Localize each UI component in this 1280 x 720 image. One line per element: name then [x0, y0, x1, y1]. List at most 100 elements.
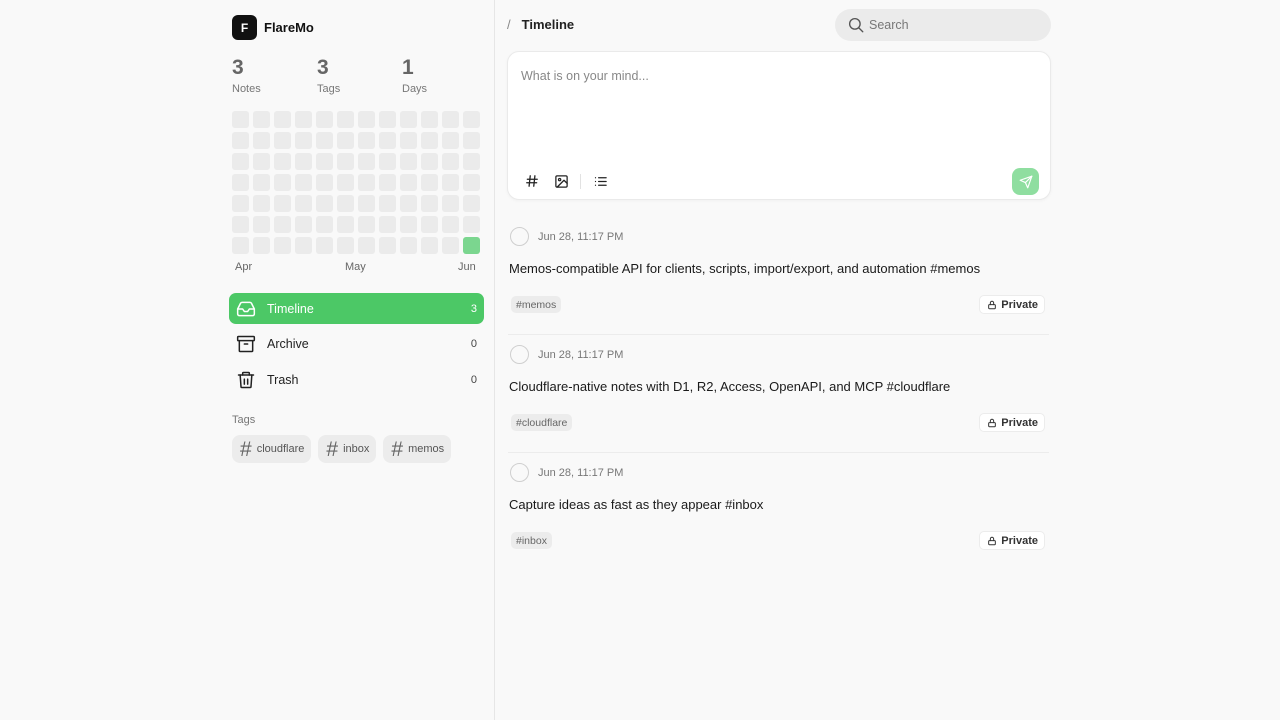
- composer-toolbar: [522, 171, 619, 191]
- memo-content: Capture ideas as fast as they appear #in…: [509, 497, 764, 512]
- sidebar-item-count: 0: [470, 338, 477, 350]
- heatmap-cell: [358, 237, 375, 254]
- heatmap-cell: [463, 111, 480, 128]
- sidebar-item-count: 0: [470, 373, 477, 386]
- heatmap-cell: [232, 237, 249, 254]
- heatmap-cell: [400, 195, 417, 212]
- heatmap-cell: [442, 174, 459, 191]
- memo-tag[interactable]: #memos: [511, 296, 562, 313]
- stat-notes: 3 Notes: [232, 56, 317, 95]
- heatmap-cell: [358, 216, 375, 233]
- trash-icon: [235, 369, 257, 391]
- heatmap-cell: [337, 216, 354, 233]
- memo-timestamp: Jun 28, 11:17 PM: [538, 466, 624, 479]
- tag-chip-inbox[interactable]: # inbox: [318, 435, 377, 463]
- heatmap-month-labels: Apr May Jun: [235, 261, 480, 275]
- memo-editor-input[interactable]: [521, 69, 1021, 159]
- heatmap-cell: [463, 195, 480, 212]
- heatmap-cell: [232, 132, 249, 149]
- heatmap-cell: [400, 174, 417, 191]
- sidebar-nav: Timeline 3 Archive 0 Trash 0: [229, 293, 484, 400]
- heatmap-cell: [232, 153, 249, 170]
- lock-icon: [987, 536, 997, 546]
- heatmap-cell: [316, 237, 333, 254]
- visibility-badge[interactable]: Private: [979, 295, 1045, 314]
- toolbar-divider: [580, 173, 581, 189]
- send-icon: [1019, 175, 1033, 189]
- archive-box-icon: [235, 333, 257, 355]
- heatmap-cell: [379, 153, 396, 170]
- heatmap-cell: [232, 174, 249, 191]
- page-title: Timeline: [521, 17, 575, 32]
- heatmap-cell: [316, 216, 333, 233]
- heatmap-cell: [400, 216, 417, 233]
- search-input[interactable]: [869, 18, 1039, 32]
- image-icon[interactable]: [551, 171, 571, 191]
- visibility-badge[interactable]: Private: [979, 531, 1045, 550]
- heatmap-cell: [274, 132, 291, 149]
- stat-value: 3: [317, 56, 329, 79]
- sidebar-item-trash[interactable]: Trash 0: [229, 364, 484, 395]
- heatmap-cell: [463, 153, 480, 170]
- activity-heatmap: [232, 111, 480, 254]
- heatmap-cell: [421, 111, 438, 128]
- search-icon: [847, 16, 865, 34]
- month-label: Jun: [458, 261, 476, 273]
- heatmap-cell: [295, 216, 312, 233]
- heatmap-cell: [253, 195, 270, 212]
- memo-tag[interactable]: #cloudflare: [511, 414, 573, 431]
- app-logo: F: [232, 15, 257, 40]
- memo-select-checkbox[interactable]: [510, 345, 529, 364]
- tags-section-title: Tags: [232, 414, 256, 426]
- heatmap-cell: [442, 132, 459, 149]
- heatmap-cell: [358, 153, 375, 170]
- visibility-badge[interactable]: Private: [979, 413, 1045, 432]
- app-name: FlareMo: [264, 20, 314, 35]
- visibility-label: Private: [1001, 298, 1038, 311]
- heatmap-cell: [316, 174, 333, 191]
- tag-chip-memos[interactable]: # memos: [383, 435, 452, 463]
- heatmap-cell: [463, 216, 480, 233]
- heatmap-cell: [337, 195, 354, 212]
- heatmap-cell: [295, 132, 312, 149]
- sidebar: F FlareMo 3 Notes 3 Tags 1 Days Apr May …: [0, 0, 495, 720]
- heatmap-cell: [379, 174, 396, 191]
- memo-tag[interactable]: #inbox: [511, 532, 552, 549]
- hash-icon[interactable]: [522, 171, 542, 191]
- month-label: Apr: [235, 261, 253, 273]
- sidebar-item-timeline[interactable]: Timeline 3: [229, 293, 484, 324]
- heatmap-cell: [358, 111, 375, 128]
- breadcrumb: / Timeline: [507, 17, 574, 32]
- memo-card: Jun 28, 11:17 PM Capture ideas as fast a…: [508, 453, 1049, 571]
- heatmap-cell: [358, 174, 375, 191]
- breadcrumb-separator: /: [507, 17, 511, 32]
- heatmap-cell: [400, 237, 417, 254]
- heatmap-cell: [232, 111, 249, 128]
- heatmap-cell: [274, 237, 291, 254]
- heatmap-cell: [379, 216, 396, 233]
- heatmap-cell: [316, 153, 333, 170]
- list-icon[interactable]: [590, 171, 610, 191]
- memo-select-checkbox[interactable]: [510, 227, 529, 246]
- tag-chip-cloudflare[interactable]: # cloudflare: [232, 435, 312, 463]
- heatmap-cell: [316, 195, 333, 212]
- heatmap-cell: [295, 195, 312, 212]
- stat-label: Days: [402, 83, 428, 95]
- heatmap-cell: [442, 153, 459, 170]
- heatmap-cell: [442, 195, 459, 212]
- sidebar-item-count: 3: [470, 302, 477, 315]
- heatmap-cell: [295, 153, 312, 170]
- heatmap-cell: [337, 153, 354, 170]
- heatmap-cell: [463, 174, 480, 191]
- search-box[interactable]: [835, 9, 1051, 41]
- sidebar-item-label: Trash: [267, 372, 299, 387]
- heatmap-cell: [337, 111, 354, 128]
- heatmap-cell: [463, 132, 480, 149]
- heatmap-cell: [316, 132, 333, 149]
- send-button[interactable]: [1012, 168, 1039, 195]
- stat-tags: 3 Tags: [317, 56, 402, 95]
- memo-select-checkbox[interactable]: [510, 463, 529, 482]
- brand[interactable]: F FlareMo: [232, 15, 314, 40]
- memo-composer: [507, 51, 1051, 200]
- sidebar-item-archive[interactable]: Archive 0: [229, 329, 484, 360]
